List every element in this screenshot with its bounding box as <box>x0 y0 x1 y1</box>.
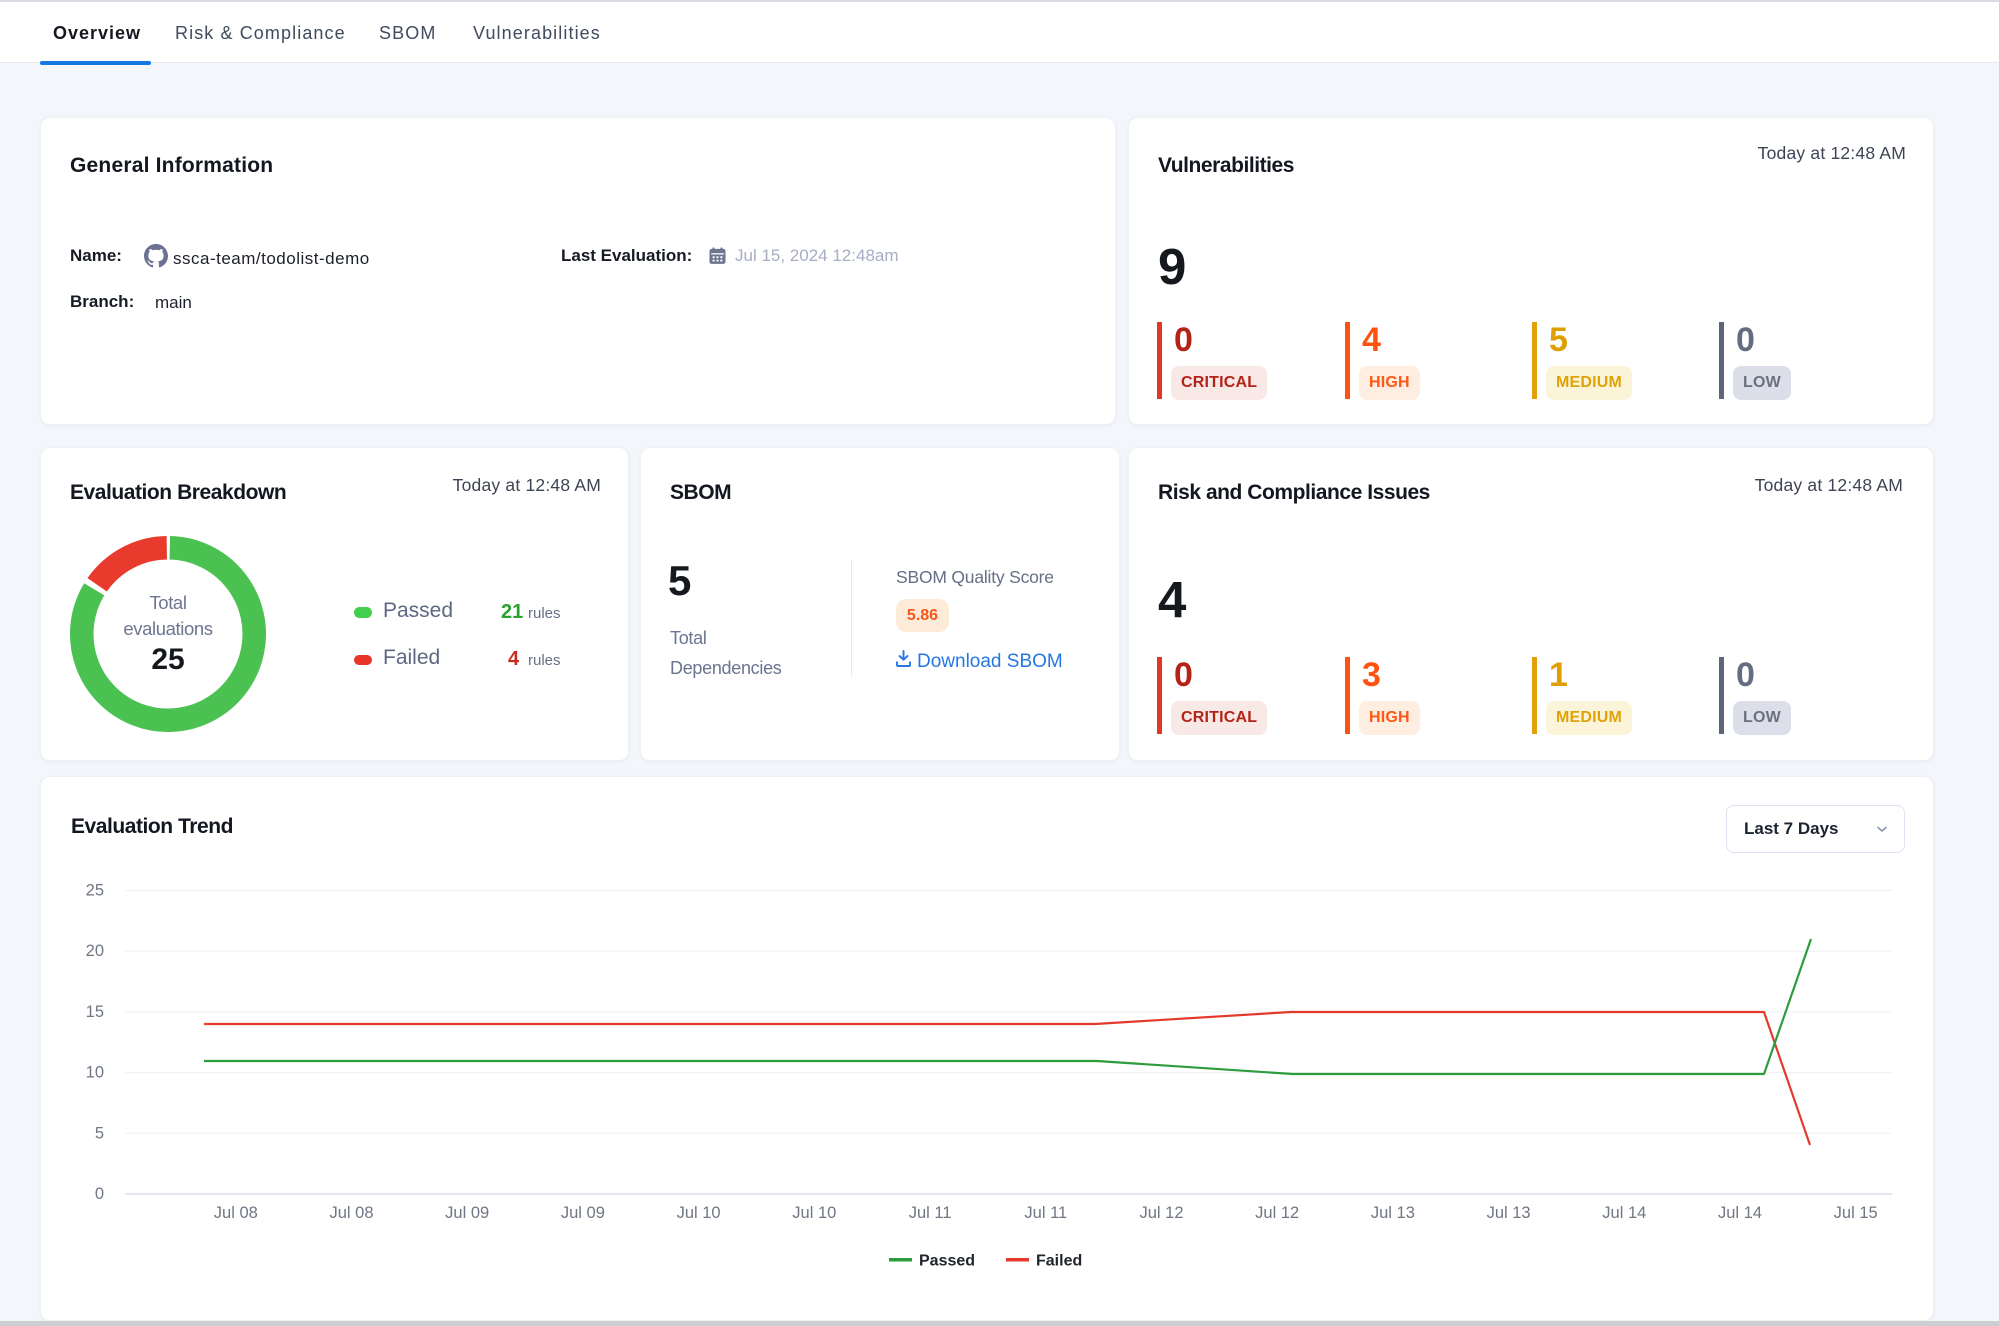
svg-text:20: 20 <box>86 942 104 960</box>
svg-text:Jul 08: Jul 08 <box>329 1204 373 1222</box>
svg-text:25: 25 <box>86 882 104 900</box>
svg-text:Failed: Failed <box>1036 1252 1082 1269</box>
svg-text:Jul 13: Jul 13 <box>1487 1204 1531 1222</box>
svg-text:10: 10 <box>86 1064 104 1082</box>
svg-text:Jul 10: Jul 10 <box>677 1204 721 1222</box>
svg-text:Jul 15: Jul 15 <box>1834 1204 1878 1222</box>
svg-text:Jul 13: Jul 13 <box>1371 1204 1415 1222</box>
svg-text:Jul 14: Jul 14 <box>1718 1204 1762 1222</box>
svg-text:Jul 12: Jul 12 <box>1255 1204 1299 1222</box>
svg-text:Jul 08: Jul 08 <box>214 1204 258 1222</box>
svg-text:Jul 09: Jul 09 <box>445 1204 489 1222</box>
svg-text:5: 5 <box>95 1124 104 1142</box>
svg-text:Jul 09: Jul 09 <box>561 1204 605 1222</box>
svg-text:Jul 11: Jul 11 <box>909 1204 952 1222</box>
svg-text:0: 0 <box>95 1185 104 1203</box>
svg-text:15: 15 <box>86 1003 104 1021</box>
svg-text:Jul 10: Jul 10 <box>792 1204 836 1222</box>
svg-text:Passed: Passed <box>919 1252 975 1269</box>
svg-text:Jul 12: Jul 12 <box>1139 1204 1183 1222</box>
svg-text:Jul 11: Jul 11 <box>1024 1204 1067 1222</box>
svg-text:Jul 14: Jul 14 <box>1602 1204 1646 1222</box>
